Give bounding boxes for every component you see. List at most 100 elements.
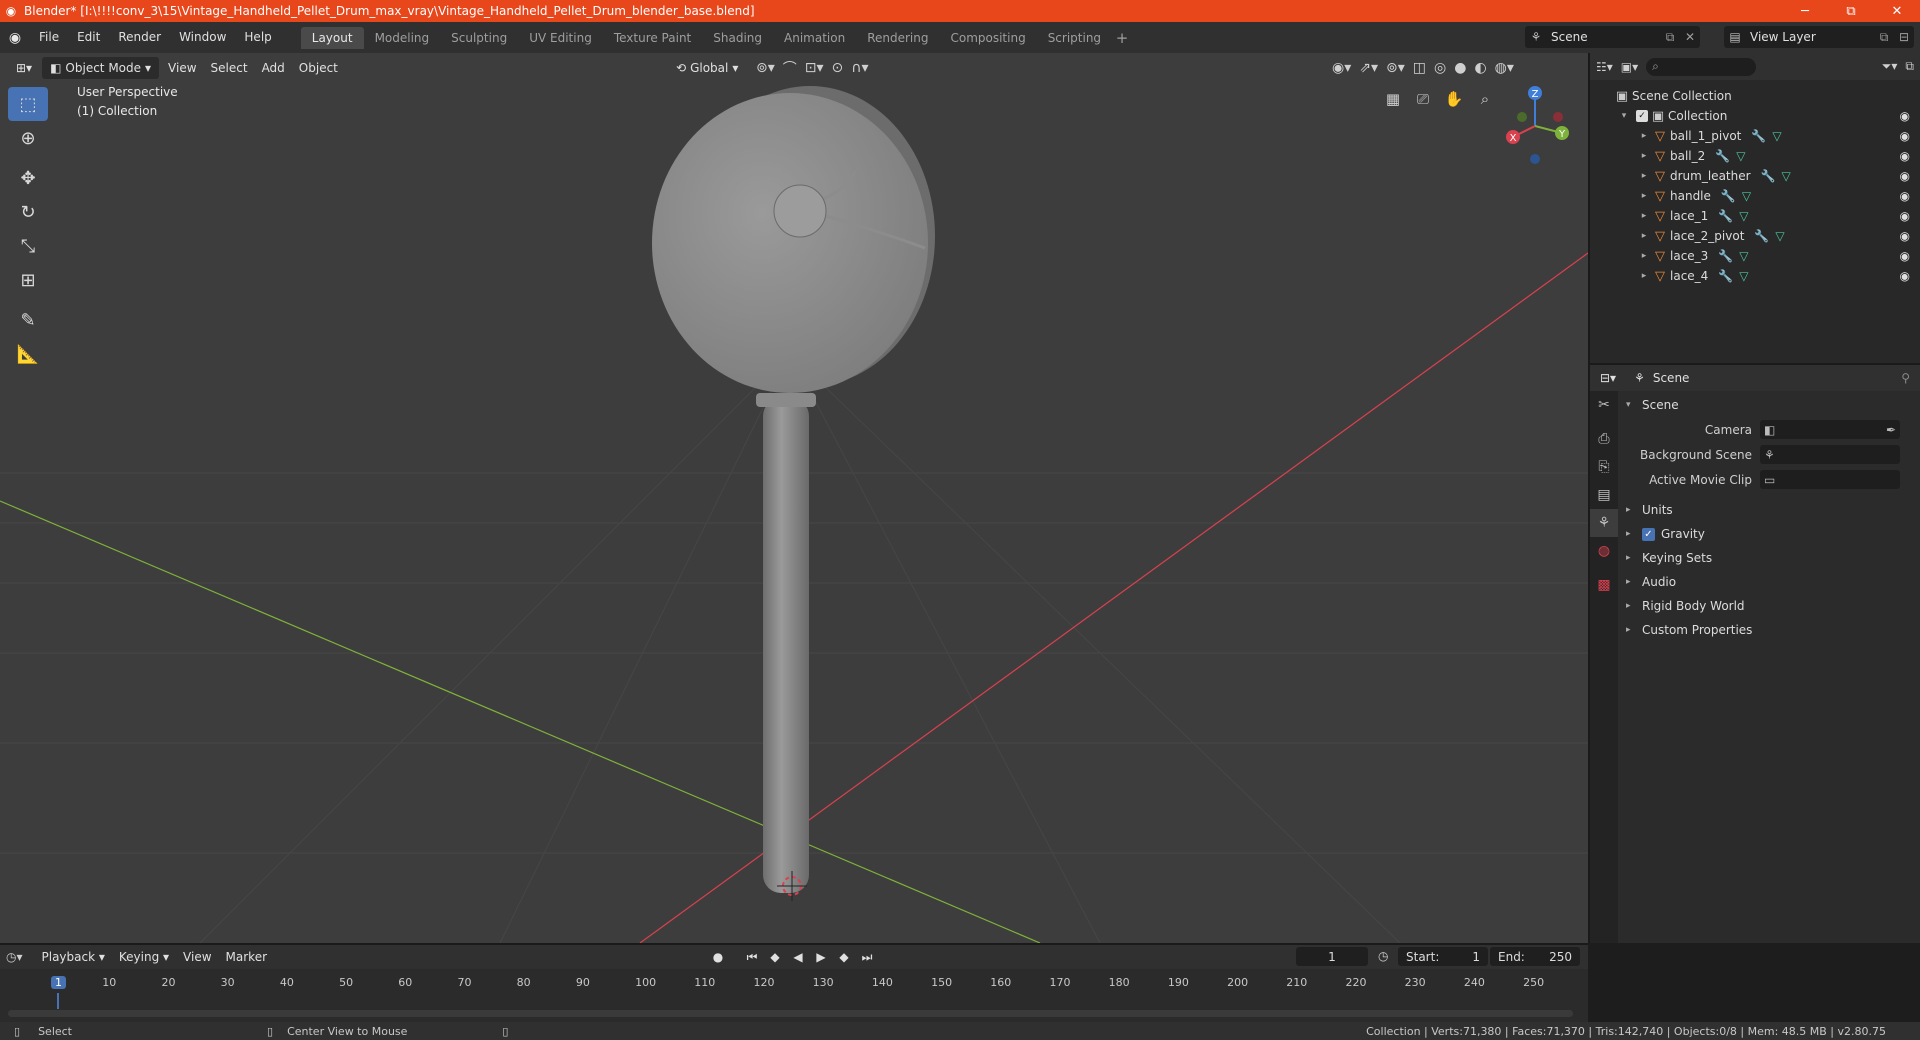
modifier-icon[interactable]: 🔧 (1721, 189, 1736, 203)
gravity-checkbox[interactable]: ✓ (1642, 527, 1655, 541)
mesh-data-icon[interactable]: ▽ (1782, 169, 1791, 183)
next-keyframe-icon[interactable]: ◆ (834, 947, 854, 967)
editor-type-icon[interactable]: ◷▾ (6, 950, 23, 964)
scale-tool-icon[interactable]: ⤡ (8, 229, 48, 263)
transform-orientation-dropdown[interactable]: ⟲ Global ▾ (668, 57, 746, 79)
outliner-object-row[interactable]: ▸ ▽ ball_1_pivot 🔧 ▽ ◉ (1638, 126, 1920, 146)
rendered-shading-icon[interactable]: ◍▾ (1491, 60, 1518, 76)
viewport-menu-object[interactable]: Object (292, 57, 345, 79)
outliner-object-row[interactable]: ▸ ▽ lace_2_pivot 🔧 ▽ ◉ (1638, 226, 1920, 246)
pin-icon[interactable]: ⚲ (1901, 371, 1910, 385)
new-scene-icon[interactable]: ⧉ (1660, 30, 1680, 45)
xray-icon[interactable]: ◫ (1409, 60, 1430, 76)
playhead[interactable] (57, 993, 59, 1009)
rigid-body-world-panel[interactable]: ▸ Rigid Body World (1620, 594, 1920, 618)
expand-icon[interactable]: ▸ (1638, 151, 1650, 161)
eye-icon[interactable]: ◉ (1900, 189, 1910, 203)
tab-texture-paint[interactable]: Texture Paint (603, 27, 702, 49)
tab-compositing[interactable]: Compositing (939, 27, 1036, 49)
expand-icon[interactable]: ▸ (1638, 131, 1650, 141)
tab-layout[interactable]: Layout (300, 26, 364, 49)
annotate-tool-icon[interactable]: ✎ (8, 303, 48, 337)
mesh-data-icon[interactable]: ▽ (1739, 249, 1748, 263)
tab-sculpting[interactable]: Sculpting (440, 27, 518, 49)
tool-tab-icon[interactable]: ✂ (1590, 391, 1618, 419)
mesh-data-icon[interactable]: ▽ (1775, 229, 1784, 243)
handle-collar-mesh[interactable] (756, 393, 816, 407)
eye-icon[interactable]: ◉ (1900, 169, 1910, 183)
tab-scripting[interactable]: Scripting (1037, 27, 1112, 49)
material-shading-icon[interactable]: ◐ (1470, 60, 1490, 76)
render-tab-icon[interactable]: ⎙ (1590, 425, 1618, 453)
world-tab-icon[interactable]: ◍ (1590, 537, 1618, 565)
expand-icon[interactable]: ▸ (1638, 171, 1650, 181)
falloff-icon[interactable]: ∩▾ (847, 60, 872, 76)
view-layer-selector[interactable]: ▤ View Layer ⧉ ⊟ (1724, 26, 1914, 48)
modifier-icon[interactable]: 🔧 (1761, 169, 1776, 183)
outliner-object-row[interactable]: ▸ ▽ lace_4 🔧 ▽ ◉ (1638, 266, 1920, 286)
editor-type-icon[interactable]: ⊞▾ (8, 57, 40, 79)
toggle-camera-view-icon[interactable]: ▦ (1379, 85, 1407, 113)
play-icon[interactable]: ▶ (811, 947, 831, 967)
cursor-tool-icon[interactable]: ⊕ (8, 121, 48, 155)
blender-menu-icon[interactable]: ◉ (0, 22, 30, 53)
timeline-menu-view[interactable]: View (176, 946, 218, 968)
scene-collection-row[interactable]: ▣ Scene Collection (1612, 86, 1920, 106)
collection-row[interactable]: ▾ ✓ ▣ Collection ◉ (1618, 106, 1920, 126)
mesh-data-icon[interactable]: ▽ (1736, 149, 1745, 163)
collection-checkbox[interactable]: ✓ (1636, 110, 1648, 122)
scene-selector[interactable]: ⚘ Scene ⧉ ✕ (1525, 26, 1700, 48)
close-button[interactable]: ✕ (1874, 0, 1920, 22)
wireframe-shading-icon[interactable]: ◎ (1430, 60, 1450, 76)
current-frame-field[interactable]: 1 (1296, 947, 1368, 966)
new-collection-icon[interactable]: ⧉ (1905, 59, 1914, 74)
navigation-gizmo[interactable]: Z Y X (1500, 81, 1580, 171)
expand-icon[interactable]: ▸ (1638, 251, 1650, 261)
maximize-button[interactable]: ⧉ (1828, 0, 1874, 22)
delete-scene-icon[interactable]: ✕ (1680, 30, 1700, 44)
new-view-layer-icon[interactable]: ⧉ (1874, 30, 1894, 45)
editor-type-icon[interactable]: ⊟▾ (1600, 371, 1616, 385)
3d-viewport[interactable]: ⊞▾ ◧ Object Mode ▾ View Select Add Objec… (0, 53, 1588, 943)
modifier-icon[interactable]: 🔧 (1718, 249, 1733, 263)
texture-tab-icon[interactable]: ▩ (1590, 571, 1618, 599)
timeline-menu-marker[interactable]: Marker (219, 946, 274, 968)
outliner-object-row[interactable]: ▸ ▽ ball_2 🔧 ▽ ◉ (1638, 146, 1920, 166)
menu-render[interactable]: Render (109, 22, 170, 53)
expand-icon[interactable]: ▸ (1638, 211, 1650, 221)
zoom-view-icon[interactable]: ⌕ (1471, 85, 1499, 113)
editor-type-icon[interactable]: ☷▾ (1596, 60, 1613, 74)
eye-icon[interactable]: ◉ (1900, 229, 1910, 243)
select-box-tool-icon[interactable]: ⬚ (8, 87, 48, 121)
ball-mesh[interactable] (773, 184, 827, 238)
mesh-data-icon[interactable]: ▽ (1742, 189, 1751, 203)
display-mode-icon[interactable]: ▣▾ (1621, 60, 1638, 74)
custom-properties-panel[interactable]: ▸ Custom Properties (1620, 618, 1920, 642)
menu-file[interactable]: File (30, 22, 68, 53)
mesh-data-icon[interactable]: ▽ (1739, 209, 1748, 223)
units-panel[interactable]: ▸ Units (1620, 498, 1920, 522)
timeline-menu-playback[interactable]: Playback ▾ (35, 946, 112, 968)
move-tool-icon[interactable]: ✥ (8, 161, 48, 195)
timeline-menu-keying[interactable]: Keying ▾ (112, 946, 176, 968)
overlays-icon[interactable]: ⊚▾ (1382, 60, 1409, 76)
camera-icon[interactable]: ⎚ (1409, 85, 1437, 113)
eye-icon[interactable]: ◉ (1900, 109, 1910, 123)
tab-uv-editing[interactable]: UV Editing (518, 27, 603, 49)
tab-animation[interactable]: Animation (773, 27, 856, 49)
viewport-menu-add[interactable]: Add (255, 57, 292, 79)
snap-icon[interactable]: ⌒ (779, 58, 801, 78)
expand-icon[interactable]: ▸ (1638, 231, 1650, 241)
modifier-icon[interactable]: 🔧 (1718, 209, 1733, 223)
tab-shading[interactable]: Shading (702, 27, 773, 49)
outliner-search-input[interactable]: ⌕ (1646, 57, 1757, 76)
drum-leather-mesh[interactable] (652, 93, 928, 393)
mode-dropdown[interactable]: ◧ Object Mode ▾ (42, 57, 160, 79)
rotate-tool-icon[interactable]: ↻ (8, 195, 48, 229)
jump-end-icon[interactable]: ⏭ (857, 947, 877, 967)
visibility-icon[interactable]: ◉▾ (1328, 60, 1355, 76)
outliner-object-row[interactable]: ▸ ▽ drum_leather 🔧 ▽ ◉ (1638, 166, 1920, 186)
proportional-edit-icon[interactable]: ⊙ (828, 60, 848, 76)
expand-icon[interactable]: ▸ (1638, 271, 1650, 281)
eye-icon[interactable]: ◉ (1900, 249, 1910, 263)
